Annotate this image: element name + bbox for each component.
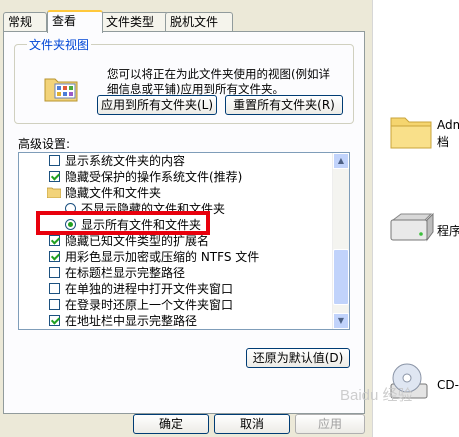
folder-views-group: 文件夹视图 您可以将正在为此文件夹使用的视图(例如详细信息或平铺)应用到所有文件… — [14, 36, 354, 124]
folder-views-description: 您可以将正在为此文件夹使用的视图(例如详细信息或平铺)应用到所有文件夹。 — [107, 67, 330, 96]
admin-documents-label[interactable]: Admi — [437, 118, 459, 132]
tab-strip: 常规 查看 文件类型 脱机文件 — [3, 10, 363, 33]
advanced-settings-label: 高级设置: — [18, 137, 71, 151]
radio-button[interactable] — [65, 203, 76, 214]
folder-views-title: 文件夹视图 — [27, 36, 92, 53]
ok-button[interactable]: 确定 — [133, 414, 209, 434]
checkbox[interactable] — [49, 155, 60, 166]
apply-button[interactable]: 应用 — [295, 414, 365, 434]
admin-documents-sublabel: 档 — [437, 135, 450, 149]
list-item-label: 显示所有文件和文件夹 — [81, 218, 202, 232]
list-item-label: 隐藏受保护的操作系统文件(推荐) — [65, 170, 243, 184]
folder-icon — [47, 187, 61, 198]
list-item-label: 不显示隐藏的文件和文件夹 — [81, 202, 226, 216]
scrollbar-thumb[interactable] — [333, 249, 349, 305]
checkbox[interactable] — [49, 267, 60, 278]
list-item-label: 在登录时还原上一个文件夹窗口 — [65, 298, 234, 312]
list-item-label: 在单独的进程中打开文件夹窗口 — [65, 282, 234, 296]
checkbox[interactable] — [49, 315, 60, 326]
tab-offline-files[interactable]: 脱机文件 — [165, 12, 233, 31]
list-item-label: 隐藏文件和文件夹 — [65, 186, 162, 200]
cd-drive-label[interactable]: CD-E — [437, 378, 459, 392]
list-item-label: 隐藏已知文件类型的扩展名 — [65, 234, 210, 248]
tab-general[interactable]: 常规 — [3, 12, 47, 31]
view-tab-panel: 文件夹视图 您可以将正在为此文件夹使用的视图(例如详细信息或平铺)应用到所有文件… — [3, 31, 365, 414]
watermark: Baidu 经验 — [340, 387, 413, 404]
hard-drive-icon[interactable] — [387, 212, 435, 248]
tab-file-types[interactable]: 文件类型 — [101, 12, 169, 31]
checkbox[interactable] — [49, 283, 60, 294]
apply-to-all-folders-button[interactable]: 应用到所有文件夹(L) — [97, 95, 217, 115]
list-item-label: 在地址栏中显示完整路径 — [65, 314, 198, 328]
cancel-button[interactable]: 取消 — [214, 414, 290, 434]
explorer-right-pane: Admi 档 程序 CD-E — [372, 0, 459, 437]
checkbox[interactable] — [49, 171, 60, 182]
reset-all-folders-button[interactable]: 重置所有文件夹(R) — [225, 95, 343, 115]
folder-icon[interactable] — [389, 112, 433, 152]
list-item-label: 在标题栏显示完整路径 — [65, 266, 186, 280]
advanced-settings-list[interactable]: 显示系统文件夹的内容 隐藏受保护的操作系统文件(推荐) 隐藏文件和文件夹 不显示… — [18, 152, 350, 330]
program-drive-label[interactable]: 程序 — [437, 222, 459, 239]
scroll-up-icon[interactable]: ▲ — [333, 153, 349, 169]
tab-view[interactable]: 查看 — [47, 10, 103, 33]
list-item-label: 显示系统文件夹的内容 — [65, 154, 186, 168]
checkbox[interactable] — [49, 299, 60, 310]
restore-defaults-button[interactable]: 还原为默认值(D) — [246, 348, 350, 368]
checkbox[interactable] — [49, 251, 60, 262]
checkbox[interactable] — [49, 235, 60, 246]
folder-options-dialog: 常规 查看 文件类型 脱机文件 文件夹视图 您可以将正在为此文件夹使用的视图(例… — [0, 0, 372, 437]
radio-button[interactable] — [65, 219, 76, 230]
list-item-label: 用彩色显示加密或压缩的 NTFS 文件 — [65, 250, 260, 264]
folder-views-icon — [44, 78, 78, 102]
advanced-list-scrollbar[interactable]: ▲ ▼ — [332, 153, 349, 329]
scroll-down-icon[interactable]: ▼ — [333, 313, 349, 329]
